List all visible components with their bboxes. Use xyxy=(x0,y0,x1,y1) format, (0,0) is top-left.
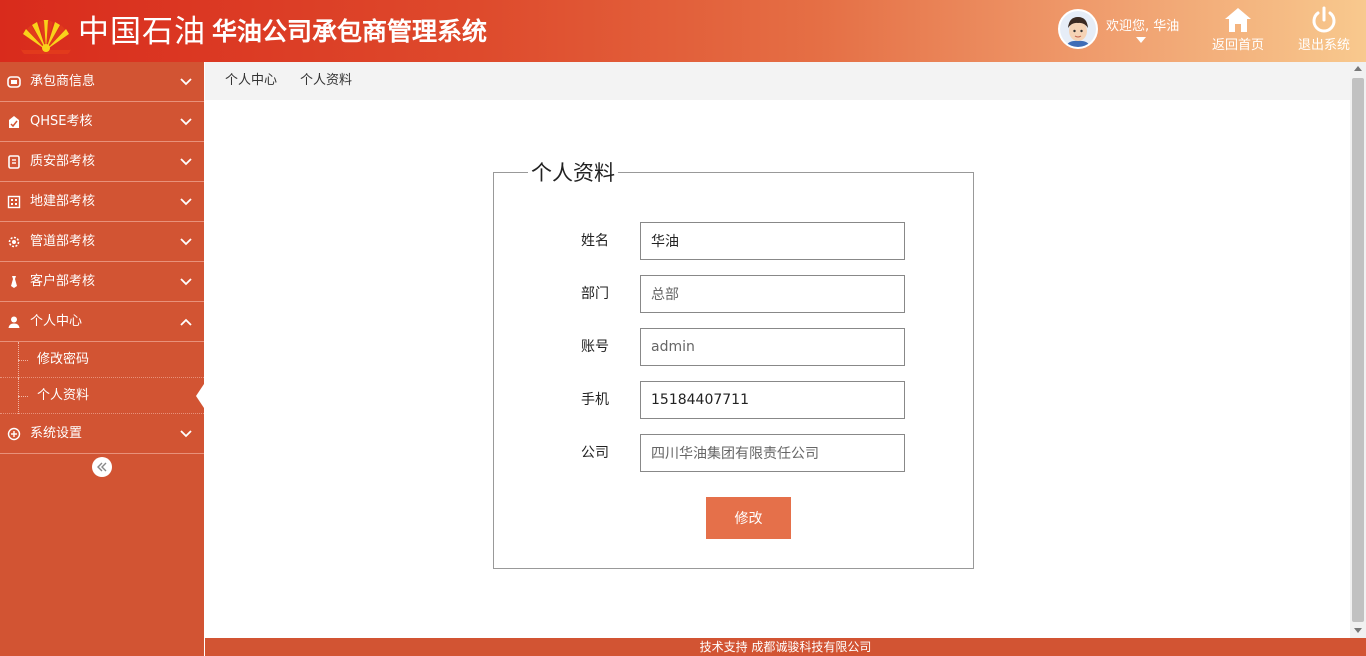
department-field[interactable] xyxy=(640,275,905,313)
phone-field[interactable] xyxy=(640,381,905,419)
scroll-thumb[interactable] xyxy=(1352,78,1364,622)
avatar-face-icon xyxy=(1060,11,1096,47)
sidebar-subitem-change-password[interactable]: 修改密码 xyxy=(0,342,204,378)
petrochina-logo-icon xyxy=(21,20,71,54)
breadcrumb-level-2[interactable]: 个人资料 xyxy=(300,62,352,100)
home-label: 返回首页 xyxy=(1211,38,1264,53)
vertical-scrollbar[interactable] xyxy=(1350,62,1366,638)
tree-branch xyxy=(18,360,28,361)
sidebar-item-quality-safety[interactable]: 质安部考核 xyxy=(0,142,204,182)
sidebar-item-label: 客户部考核 xyxy=(30,274,96,289)
sidebar-item-contractor-info[interactable]: 承包商信息 xyxy=(0,62,204,102)
breadcrumb-level-1[interactable]: 个人中心 xyxy=(225,62,277,100)
sidebar-item-system-settings[interactable]: 系统设置 xyxy=(0,414,204,454)
home-button[interactable]: 返回首页 xyxy=(1206,6,1270,58)
document-check-icon xyxy=(9,116,19,128)
logout-label: 退出系统 xyxy=(1297,38,1350,53)
footer: 技术支持 成都诚骏科技有限公司 xyxy=(205,638,1366,656)
tie-icon xyxy=(11,276,17,288)
logout-button[interactable]: 退出系统 xyxy=(1292,6,1356,58)
id-card-icon xyxy=(7,76,21,88)
profile-legend: 个人资料 xyxy=(528,158,618,188)
company-field[interactable] xyxy=(640,434,905,472)
name-field[interactable] xyxy=(640,222,905,260)
scroll-up-arrow-icon[interactable] xyxy=(1354,66,1362,71)
plus-circle-icon xyxy=(7,427,21,441)
sidebar-item-customer[interactable]: 客户部考核 xyxy=(0,262,204,302)
company-name: 中国石油 xyxy=(78,14,206,50)
chevron-down-icon xyxy=(180,118,192,126)
caret-down-icon[interactable] xyxy=(1136,37,1146,43)
app-window: 中国石油 华油公司承包商管理系统 欢迎您, 华油 返回首页 退出系统 承包商信息… xyxy=(0,0,1366,656)
sidebar: 承包商信息 QHSE考核 质安部考核 地建部考核 管道部考核 客户部考核 个人中… xyxy=(0,62,204,656)
name-label: 姓名 xyxy=(581,233,609,249)
book-icon xyxy=(8,155,20,169)
chevron-down-icon xyxy=(180,198,192,206)
chevron-down-icon xyxy=(180,430,192,438)
gear-icon xyxy=(8,236,20,248)
sidebar-item-label: 承包商信息 xyxy=(30,74,96,89)
sidebar-item-qhse[interactable]: QHSE考核 xyxy=(0,102,204,142)
building-icon xyxy=(7,195,21,209)
account-label: 账号 xyxy=(581,339,609,355)
sidebar-collapse-button[interactable] xyxy=(92,457,112,477)
avatar[interactable] xyxy=(1058,9,1098,49)
user-icon xyxy=(8,316,20,328)
sidebar-subitem-profile[interactable]: 个人资料 xyxy=(0,378,204,414)
company-label: 公司 xyxy=(581,445,609,461)
sidebar-item-label: 个人中心 xyxy=(30,314,83,329)
power-icon xyxy=(1312,6,1336,33)
home-icon xyxy=(1225,8,1251,32)
sidebar-item-pipeline[interactable]: 管道部考核 xyxy=(0,222,204,262)
sidebar-subitem-label: 修改密码 xyxy=(37,352,90,367)
tree-branch xyxy=(18,396,28,397)
modify-button[interactable]: 修改 xyxy=(706,497,791,539)
scroll-down-arrow-icon[interactable] xyxy=(1354,628,1362,633)
sidebar-item-ground-construction[interactable]: 地建部考核 xyxy=(0,182,204,222)
chevron-down-icon xyxy=(180,78,192,86)
sidebar-item-label: 系统设置 xyxy=(30,426,83,441)
breadcrumb: 个人中心 个人资料 xyxy=(205,62,1350,100)
sidebar-item-label: 质安部考核 xyxy=(30,154,96,169)
system-title: 华油公司承包商管理系统 xyxy=(212,17,488,46)
sidebar-subitem-label: 个人资料 xyxy=(37,388,90,403)
top-header: 中国石油 华油公司承包商管理系统 欢迎您, 华油 返回首页 退出系统 xyxy=(0,0,1366,62)
sidebar-item-label: 管道部考核 xyxy=(30,234,96,249)
sidebar-item-personal-center[interactable]: 个人中心 xyxy=(0,302,204,342)
phone-label: 手机 xyxy=(581,392,609,408)
department-label: 部门 xyxy=(581,286,609,302)
chevron-down-icon xyxy=(180,238,192,246)
sidebar-item-label: 地建部考核 xyxy=(30,194,96,209)
active-indicator xyxy=(196,384,204,408)
chevron-up-icon xyxy=(180,318,192,326)
sidebar-item-label: QHSE考核 xyxy=(30,114,93,129)
chevron-down-icon xyxy=(180,278,192,286)
chevron-down-icon xyxy=(180,158,192,166)
account-field[interactable] xyxy=(640,328,905,366)
welcome-text: 欢迎您, 华油 xyxy=(1106,19,1180,34)
double-chevron-left-icon xyxy=(97,462,107,472)
